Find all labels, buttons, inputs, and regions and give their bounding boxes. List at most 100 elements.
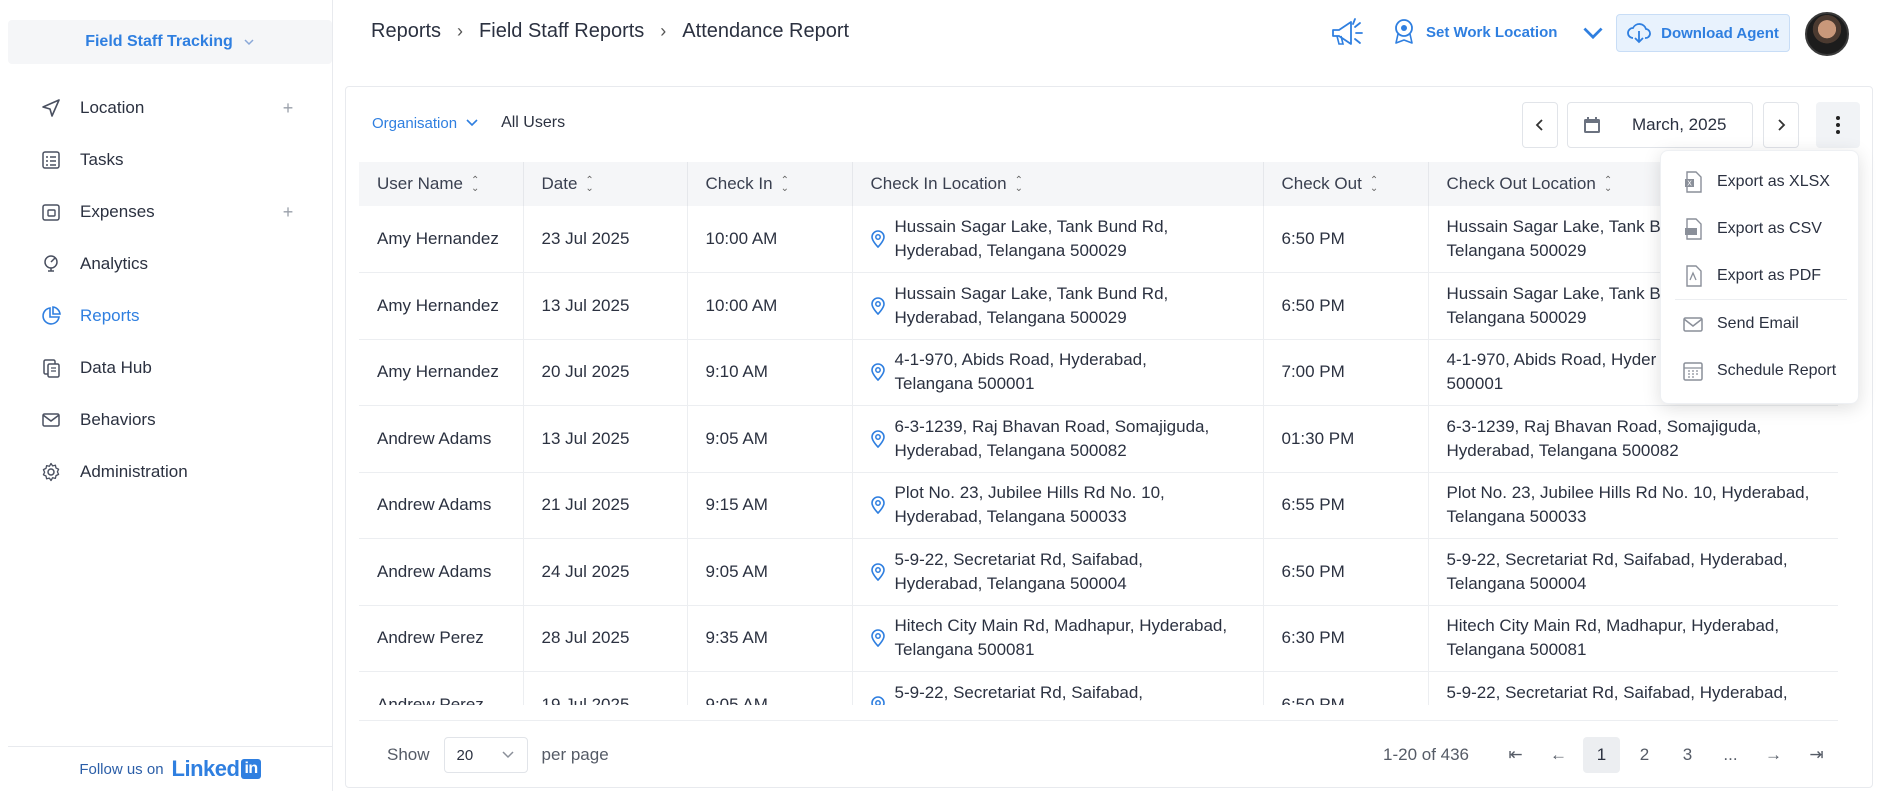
column-label: Check In Location [870,174,1007,193]
megaphone-icon[interactable] [1329,16,1365,50]
analytics-icon [40,253,62,275]
sidebar-item-analytics[interactable]: Analytics [0,238,332,290]
sidebar-nav: Location + Tasks Expenses + Analytics Re… [0,82,332,498]
column-header-date[interactable]: Date ⌃ ⌄ [523,162,688,206]
set-work-location-dropdown[interactable]: Set Work Location [1392,18,1605,46]
location-line-2: Hyderabad, Telangana 500029 [894,307,1127,327]
export-pdf-item[interactable]: Export as PDF [1683,265,1821,287]
add-location-plus-icon[interactable]: + [278,98,298,118]
location-pin-icon [870,429,885,448]
table-row[interactable]: Amy Hernandez 13 Jul 2025 10:00 AM Hussain … [359,272,1838,340]
table-row[interactable]: Andrew Perez 28 Jul 2025 9:35 AM Hitech Cit… [359,605,1838,672]
sidebar-item-expenses[interactable]: Expenses + [0,186,332,238]
page-button-2[interactable]: 2 [1626,737,1663,773]
schedule-report-item[interactable]: Schedule Report [1683,360,1836,382]
more-options-button[interactable] [1816,102,1860,148]
location-line-2: Hyderabad, Telangana 500033 [894,507,1127,527]
page-button-3[interactable]: 3 [1669,737,1706,773]
cell-date: 19 Jul 2025 [523,671,688,705]
linkedin-logo[interactable]: Linked in [172,756,261,782]
organisation-dropdown[interactable]: Organisation [372,115,479,132]
workspace-switcher[interactable]: Field Staff Tracking [8,20,332,64]
sidebar-item-administration[interactable]: Administration [0,446,332,498]
location-pin-icon [870,496,885,515]
report-filters: Organisation All Users [372,114,565,132]
export-xlsx-item[interactable]: X Export as XLSX [1683,171,1830,193]
add-expense-plus-icon[interactable]: + [278,202,298,222]
column-label: Check Out Location [1446,174,1596,193]
export-menu: X Export as XLSX Export as CSV Export as… [1660,150,1859,404]
menu-divider [1675,299,1847,300]
follow-label: Follow us on [79,760,164,778]
last-page-icon[interactable]: ⇥ [1798,737,1835,773]
location-text[interactable]: Hussain Sagar Lake, Tank Bund Rd, Hyderab… [895,215,1169,263]
location-text[interactable]: Hussain Sagar Lake, Tank Bund Rd, Hyderab… [895,282,1169,330]
top-header: Reports › Field Staff Reports › Attendan… [333,0,1884,68]
cell-check-in: 9:05 AM [687,538,853,606]
table-row[interactable]: Andrew Adams 24 Jul 2025 9:05 AM 5-9-22, Se… [359,538,1838,606]
app-root: Field Staff Tracking Location + Tasks Ex… [0,0,1884,791]
sidebar-item-data-hub[interactable]: Data Hub [0,342,332,394]
sort-icon: ⌃ ⌄ [1603,174,1613,194]
cell-check-out-location: 5-9-22, Secretariat Rd, Saifabad, Hydera… [1428,671,1838,705]
sort-icon: ⌃ ⌄ [780,174,789,194]
chevron-down-icon [1583,27,1603,40]
table-row[interactable]: Amy Hernandez 20 Jul 2025 9:10 AM 4-1-970, … [359,339,1838,406]
location-line-1: Hitech City Main Rd, Madhapur, Hyderabad… [894,616,1228,636]
menu-item-label: Export as CSV [1717,220,1822,237]
column-header-check-in[interactable]: Check In ⌃ ⌄ [687,162,853,206]
location-cell: 4-1-970, Abids Road, Hyderabad, Telangana… [870,348,1263,396]
location-text[interactable]: 4-1-970, Abids Road, Hyderabad, Telangana… [895,348,1147,396]
location-text[interactable]: Plot No. 23, Jubilee Hills Rd No. 10, Hyd… [895,481,1165,529]
breadcrumb-field-staff-reports[interactable]: Field Staff Reports [479,20,644,43]
user-avatar[interactable] [1805,12,1849,56]
previous-month-button[interactable] [1522,102,1558,148]
page-size-select[interactable]: 20 [443,737,528,773]
location-text[interactable]: 5-9-22, Secretariat Rd, Saifabad,Hyderab… [895,681,1144,705]
location-cell: Hitech City Main Rd, Madhapur, Hyderabad… [870,614,1263,662]
next-month-button[interactable] [1763,102,1799,148]
table-row[interactable]: Amy Hernandez 23 Jul 2025 10:00 AM Hussain … [359,206,1838,273]
pie-chart-icon [40,305,62,327]
send-email-item[interactable]: Send Email [1683,313,1799,335]
sort-icon: ⌃ ⌄ [1369,174,1379,194]
cell-date: 13 Jul 2025 [523,272,688,340]
menu-item-label: Send Email [1717,315,1799,332]
table-footer: Show 20 per page 1-20 of 436 ⇤ ← 1 2 3 .… [359,720,1838,788]
export-csv-item[interactable]: Export as CSV [1683,218,1822,240]
users-filter-value[interactable]: All Users [501,114,565,132]
table-row[interactable]: Andrew Adams 13 Jul 2025 9:05 AM 6-3-1239, … [359,405,1838,473]
location-badge-icon [1395,19,1413,44]
location-text[interactable]: 5-9-22, Secretariat Rd, Saifabad,Hyderab… [895,548,1144,596]
cell-check-in-location: Hussain Sagar Lake, Tank Bund Rd, Hyderab… [852,272,1264,340]
table-row[interactable]: Andrew Adams 21 Jul 2025 9:15 AM Plot No. 2… [359,472,1838,539]
location-text[interactable]: 6-3-1239, Raj Bhavan Road, Somajiguda, Hy… [895,415,1210,463]
sidebar-item-tasks[interactable]: Tasks [0,134,332,186]
download-agent-button[interactable]: Download Agent [1616,14,1790,52]
table-row[interactable]: Andrew Perez 19 Jul 2025 9:05 AM 5-9-22, Se… [359,671,1838,705]
cell-date: 24 Jul 2025 [523,538,688,606]
table-header-row: User Name ⌃ ⌄ Date ⌃ ⌄ Check In ⌃ ⌄ Check In L… [359,162,1838,206]
sidebar-item-behaviors[interactable]: Behaviors [0,394,332,446]
workspace-name: Field Staff Tracking [85,33,233,50]
breadcrumb-reports[interactable]: Reports [371,20,441,43]
next-page-icon[interactable]: → [1755,737,1792,773]
column-header-check-in-location[interactable]: Check In Location ⌃ ⌄ [852,162,1264,206]
gear-icon [40,461,62,483]
sidebar-item-location[interactable]: Location + [0,82,332,134]
linkedin-text: Linked [171,756,240,781]
previous-page-icon[interactable]: ← [1540,737,1577,773]
cell-date: 13 Jul 2025 [523,405,688,473]
column-header-user-name[interactable]: User Name ⌃ ⌄ [359,162,524,206]
sidebar-item-reports[interactable]: Reports [0,290,332,342]
breadcrumb-separator-icon: › [457,21,464,41]
page-button-1[interactable]: 1 [1583,737,1620,773]
location-text[interactable]: Hitech City Main Rd, Madhapur, Hyderabad… [895,614,1228,662]
first-page-icon[interactable]: ⇤ [1497,737,1534,773]
show-label: Show [387,745,430,764]
work-location-label: Set Work Location [1426,23,1558,41]
column-header-check-out[interactable]: Check Out ⌃ ⌄ [1263,162,1429,206]
month-picker[interactable]: March, 2025 [1567,102,1753,148]
cell-check-out: 6:50 PM [1263,671,1429,705]
xlsx-file-icon: X [1685,171,1702,193]
